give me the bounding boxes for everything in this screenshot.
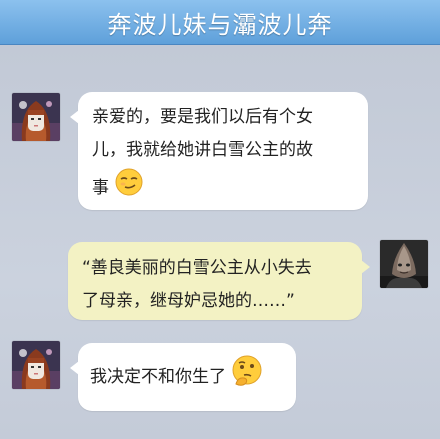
message-text-line: 亲爱的，要是我们以后有个女 — [92, 107, 313, 127]
chat-area[interactable]: 亲爱的，要是我们以后有个女 儿，我就给她讲白雪公主的故 事 “善良美丽的白雪公主… — [0, 45, 440, 439]
girl-avatar[interactable] — [12, 93, 60, 141]
chat-title: 奔波儿妹与灞波儿奔 — [107, 10, 333, 39]
bubble-tail — [361, 260, 370, 274]
message-text-line: 儿，我就给她讲白雪公主的故 — [92, 140, 313, 160]
message-text-line: 了母亲，继母妒忌她的……” — [82, 291, 295, 311]
bubble-tail — [70, 110, 79, 124]
boy-avatar-image — [380, 240, 428, 288]
message-bubble-incoming[interactable]: 亲爱的，要是我们以后有个女 儿，我就给她讲白雪公主的故 事 — [70, 92, 368, 210]
girl-avatar-image — [12, 341, 60, 389]
message-bubble-incoming[interactable]: 我决定不和你生了 — [70, 343, 296, 411]
girl-avatar-image — [12, 93, 60, 141]
message-text-line: 我决定不和你生了 — [90, 366, 226, 387]
message-text-line: “善良美丽的白雪公主从小失去 — [82, 258, 312, 278]
bubble-tail — [70, 361, 79, 375]
message-text-line: 事 — [92, 167, 356, 209]
message-bubble-outgoing[interactable]: “善良美丽的白雪公主从小失去 了母亲，继母妒忌她的……” — [68, 242, 370, 320]
smug-emoji-icon — [114, 167, 144, 209]
message-text-fragment: 事 — [92, 178, 109, 198]
girl-avatar[interactable] — [12, 341, 60, 389]
boy-avatar[interactable] — [380, 240, 428, 288]
chat-header: 奔波儿妹与灞波儿奔 — [0, 0, 440, 45]
thinking-emoji-icon — [230, 354, 264, 400]
